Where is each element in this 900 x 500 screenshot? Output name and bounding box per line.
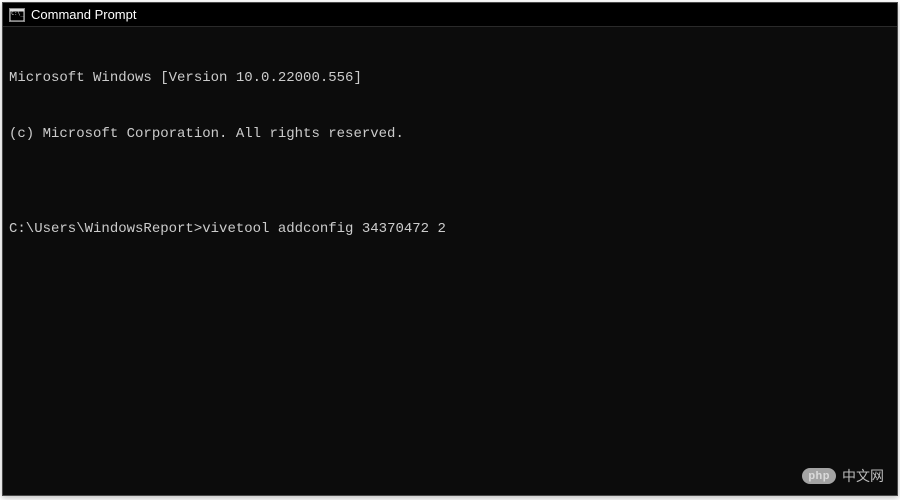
titlebar[interactable]: C:\_ Command Prompt [3, 3, 897, 27]
banner-line: Microsoft Windows [Version 10.0.22000.55… [9, 69, 891, 88]
svg-text:C:\_: C:\_ [11, 11, 24, 17]
window-title: Command Prompt [31, 8, 136, 21]
command-prompt-icon: C:\_ [9, 7, 25, 23]
command-prompt-window: C:\_ Command Prompt Microsoft Windows [V… [2, 2, 898, 496]
prompt-line: C:\Users\WindowsReport>vivetool addconfi… [9, 220, 891, 239]
command-input[interactable]: vivetool addconfig 34370472 2 [202, 220, 446, 239]
terminal-output[interactable]: Microsoft Windows [Version 10.0.22000.55… [3, 27, 897, 495]
banner-line: (c) Microsoft Corporation. All rights re… [9, 125, 891, 144]
prompt-path: C:\Users\WindowsReport> [9, 220, 202, 239]
